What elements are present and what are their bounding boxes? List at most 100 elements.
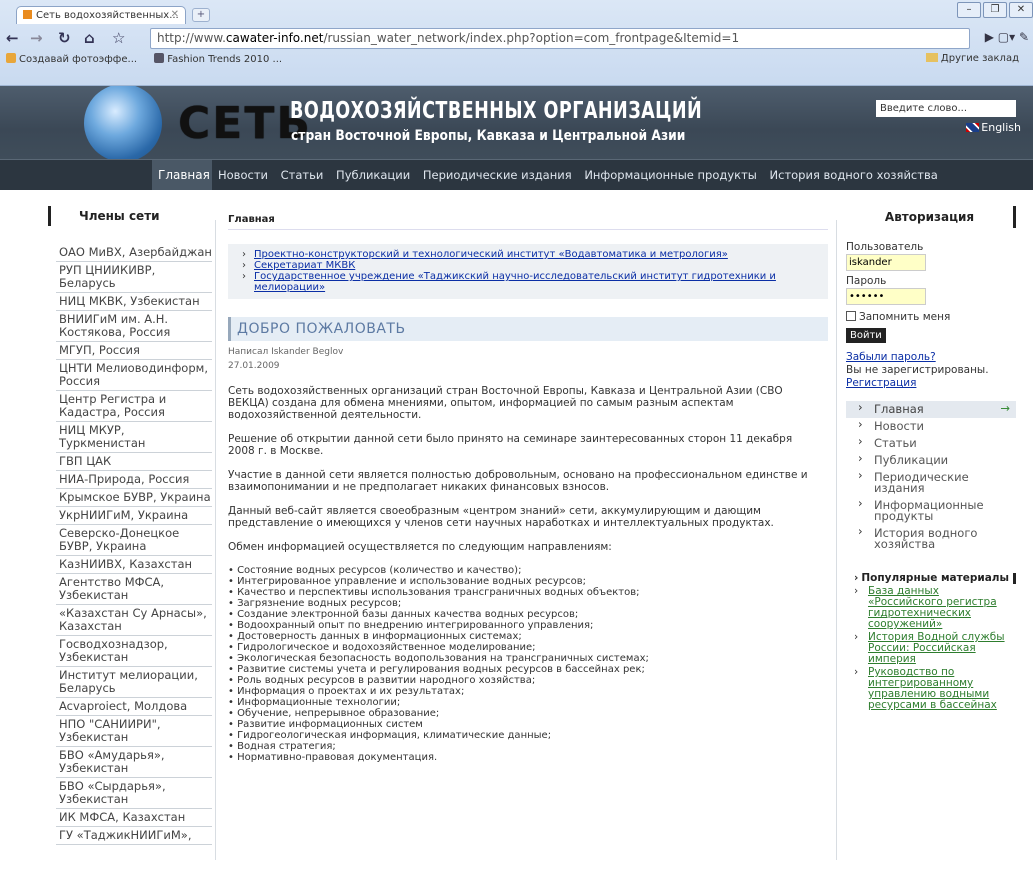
side-menu-item-home[interactable]: Главная → — [846, 401, 1016, 418]
language-switch[interactable]: English — [966, 121, 1021, 134]
news-link[interactable]: Государственное учреждение «Таджикский н… — [242, 271, 818, 293]
direction-item: • Создание электронной базы данных качес… — [228, 609, 579, 620]
nav-item-news[interactable]: Новости — [218, 168, 268, 182]
member-item[interactable]: НИЦ МКУР, Туркменистан — [56, 422, 212, 453]
member-item[interactable]: МГУП, Россия — [56, 342, 212, 360]
browser-toolbar: ← → ↻ ⌂ ☆ http://www.cawater-info.net/ru… — [0, 24, 1033, 52]
member-item[interactable]: «Казахстан Су Арнасы», Казахстан — [56, 605, 212, 636]
bookmark-label: Создавай фотоэффе... — [19, 54, 138, 65]
remember-checkbox[interactable] — [846, 311, 856, 321]
members-sidebar: Члены сети ОАО МиВХ, Азербайджан РУП ЦНИИ… — [48, 206, 212, 845]
news-link[interactable]: Секретариат МКВК — [242, 260, 818, 271]
side-menu-item[interactable]: Информационные продукты — [846, 497, 1016, 525]
member-item[interactable]: Крымское БУВР, Украина — [56, 489, 212, 507]
nav-item-periodicals[interactable]: Периодические издания — [423, 168, 572, 182]
side-menu-item[interactable]: История водного хозяйства — [846, 525, 1016, 553]
remember-me[interactable]: Запомнить меня — [846, 311, 1016, 323]
member-item[interactable]: Агентство МФСА, Узбекистан — [56, 574, 212, 605]
member-item[interactable]: УкрНИИГиМ, Украина — [56, 507, 212, 525]
password-label: Пароль — [846, 275, 887, 287]
side-menu-item[interactable]: Статьи — [846, 435, 1016, 452]
member-item[interactable]: Acvaproiect, Молдова — [56, 698, 212, 716]
article-paragraph: Участие в данной сети является полностью… — [228, 469, 808, 493]
member-item[interactable]: БВО «Сырдарья», Узбекистан — [56, 778, 212, 809]
page-content: Члены сети ОАО МиВХ, Азербайджан РУП ЦНИИ… — [0, 190, 1033, 860]
direction-item: • Экологическая безопасность водопользов… — [228, 653, 649, 664]
site-header: СЕТЬ ВОДОХОЗЯЙСТВЕННЫХ ОРГАНИЗАЦИЙ стран… — [0, 86, 1033, 159]
window-controls: – ❐ ✕ — [955, 2, 1033, 18]
maximize-icon[interactable]: ❐ — [983, 2, 1007, 18]
member-item[interactable]: КазНИИВХ, Казахстан — [56, 556, 212, 574]
other-bookmarks-label: Другие заклад — [940, 53, 1019, 64]
page-menu-icon[interactable]: ▶ ▢▾ ✎ — [985, 30, 1029, 44]
article-paragraph: Сеть водохозяйственных организаций стран… — [228, 385, 783, 421]
nav-item-info-products[interactable]: Информационные продукты — [584, 168, 757, 182]
member-item[interactable]: БВО «Амударья», Узбекистан — [56, 747, 212, 778]
popular-link[interactable]: Руководство по интегрированному управлен… — [846, 667, 1016, 711]
login-button[interactable]: Войти — [846, 328, 886, 343]
member-item[interactable]: ВНИИГиМ им. А.Н. Костякова, Россия — [56, 311, 212, 342]
browser-chrome: Сеть водохозяйственных... ✕ + – ❐ ✕ ← → ↻ … — [0, 0, 1033, 86]
home-icon[interactable]: ⌂ — [84, 29, 95, 47]
member-item[interactable]: ГУ «ТаджикНИИГиМ», — [56, 827, 212, 845]
star-icon[interactable]: ☆ — [112, 29, 125, 47]
forward-icon[interactable]: → — [30, 29, 43, 47]
address-bar[interactable]: http://www.cawater-info.net/russian_wate… — [150, 28, 970, 49]
member-item[interactable]: ИК МФСА, Казахстан — [56, 809, 212, 827]
back-icon[interactable]: ← — [6, 29, 19, 47]
right-sidebar: Авторизация Пользователь Пароль Запомнит… — [846, 206, 1016, 713]
member-item[interactable]: Институт мелиорации, Беларусь — [56, 667, 212, 698]
popular-link[interactable]: База данных «Российского регистра гидрот… — [846, 586, 1016, 630]
side-menu-item[interactable]: Публикации — [846, 452, 1016, 469]
site-search-input[interactable] — [876, 100, 1016, 117]
tab-title: Сеть водохозяйственных... — [36, 10, 179, 21]
member-item[interactable]: НИА-Природа, Россия — [56, 471, 212, 489]
browser-tab[interactable]: Сеть водохозяйственных... ✕ — [16, 6, 186, 24]
popular-title: Популярные материалы — [846, 573, 1016, 584]
popular-link[interactable]: История Водной службы России: Российская… — [846, 632, 1016, 665]
reload-icon[interactable]: ↻ — [58, 29, 71, 47]
side-menu-item[interactable]: Новости — [846, 418, 1016, 435]
directions-list: • Состояние водных ресурсов (количество … — [228, 565, 828, 763]
nav-item-history[interactable]: История водного хозяйства — [770, 168, 938, 182]
favicon-icon — [23, 10, 32, 19]
side-menu-label: Главная — [874, 402, 924, 416]
new-tab-button[interactable]: + — [192, 8, 210, 22]
direction-item: • Загрязнение водных ресурсов; — [228, 598, 402, 609]
member-item[interactable]: НИЦ МКВК, Узбекистан — [56, 293, 212, 311]
password-input[interactable] — [846, 288, 926, 305]
direction-item: • Информационные технологии; — [228, 697, 401, 708]
side-menu: Главная → Новости Статьи Публикации Перио… — [846, 401, 1016, 553]
minimize-icon[interactable]: – — [957, 2, 981, 18]
other-bookmarks[interactable]: Другие заклад — [925, 53, 1019, 64]
direction-item: • Гидрогеологическая информация, климати… — [228, 730, 552, 741]
side-menu-item[interactable]: Периодические издания — [846, 469, 1016, 497]
article-paragraph: Данный веб-сайт является своеобразным «ц… — [228, 505, 774, 529]
member-item[interactable]: Центр Регистра и Кадастра, Россия — [56, 391, 212, 422]
article-title: ДОБРО ПОЖАЛОВАТЬ — [228, 317, 828, 341]
direction-item: • Развитие информационных систем — [228, 719, 423, 730]
username-label: Пользователь — [846, 241, 924, 253]
member-item[interactable]: ОАО МиВХ, Азербайджан — [56, 244, 212, 262]
close-window-icon[interactable]: ✕ — [1009, 2, 1033, 18]
member-item[interactable]: ЦНТИ Мелиоводинформ, Россия — [56, 360, 212, 391]
member-item[interactable]: НПО "САНИИРИ", Узбекистан — [56, 716, 212, 747]
right-divider — [836, 220, 837, 860]
member-item[interactable]: ГВП ЦАК — [56, 453, 212, 471]
username-input[interactable] — [846, 254, 926, 271]
nav-item-publications[interactable]: Публикации — [336, 168, 410, 182]
member-item[interactable]: РУП ЦНИИКИВР, Беларусь — [56, 262, 212, 293]
register-link[interactable]: Регистрация — [846, 377, 1016, 389]
nav-item-home[interactable]: Главная — [152, 160, 212, 190]
nav-item-articles[interactable]: Статьи — [281, 168, 324, 182]
tab-bar: Сеть водохозяйственных... ✕ + – ❐ ✕ — [0, 0, 1033, 24]
close-tab-icon[interactable]: ✕ — [171, 9, 179, 20]
member-item[interactable]: Госводхознадзор, Узбекистан — [56, 636, 212, 667]
news-link[interactable]: Проектно-конструкторский и технологическ… — [242, 249, 818, 260]
globe-logo-icon — [84, 86, 162, 159]
bookmarks-bar: Создавай фотоэффе... Fashion Trends 2010… — [0, 52, 1033, 70]
bookmark-item[interactable]: Fashion Trends 2010 ... — [154, 53, 282, 65]
member-item[interactable]: Северско-Донецкое БУВР, Украина — [56, 525, 212, 556]
forgot-password-link[interactable]: Забыли пароль? — [846, 351, 1016, 363]
bookmark-item[interactable]: Создавай фотоэффе... — [6, 53, 138, 65]
